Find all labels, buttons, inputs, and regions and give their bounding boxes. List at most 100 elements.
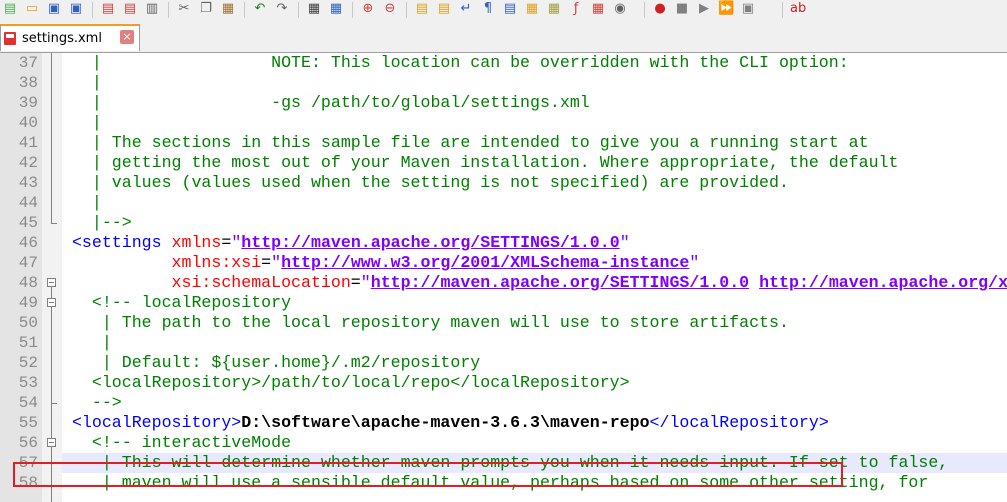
toolbar-separator (782, 2, 783, 18)
code-token: | NOTE: This location can be overridden … (62, 53, 849, 72)
code-line[interactable]: | (62, 113, 102, 133)
doc-map-icon[interactable]: ▦ (546, 1, 562, 17)
run-macro-multiple-icon[interactable]: ⏩ (718, 1, 734, 17)
replace-icon[interactable]: ▦ (328, 1, 344, 17)
close-tab-icon[interactable]: × (120, 30, 134, 44)
word-wrap-icon[interactable]: ↵ (458, 1, 474, 17)
line-number[interactable]: 37 (0, 53, 38, 73)
line-number[interactable]: 56 (0, 433, 38, 453)
cut-icon[interactable]: ✂ (176, 1, 192, 17)
url-link[interactable]: http://maven.apache.org/xsd/settings-1.0… (759, 273, 1007, 292)
new-file-icon[interactable]: ▤ (2, 1, 18, 17)
line-number[interactable]: 43 (0, 173, 38, 193)
code-token: = (350, 273, 361, 292)
line-number[interactable]: 52 (0, 353, 38, 373)
line-number[interactable]: 42 (0, 153, 38, 173)
code-line[interactable]: <localRepository>/path/to/local/repo</lo… (62, 373, 630, 393)
paste-icon[interactable]: ▦ (220, 1, 236, 17)
toolbar-separator (352, 2, 353, 18)
line-number[interactable]: 50 (0, 313, 38, 333)
save-all-icon[interactable]: ▣ (68, 1, 84, 17)
code-line[interactable]: xmlns:xsi="http://www.w3.org/2001/XMLSch… (62, 253, 700, 273)
code-line[interactable]: | NOTE: This location can be overridden … (62, 53, 849, 73)
code-token: <!-- localRepository (62, 293, 292, 312)
line-number[interactable]: 49 (0, 293, 38, 313)
save-icon[interactable]: ▣ (46, 1, 62, 17)
play-macro-icon[interactable]: ▶ (696, 1, 712, 17)
line-number[interactable]: 41 (0, 133, 38, 153)
line-number[interactable]: 46 (0, 233, 38, 253)
line-number[interactable]: 54 (0, 393, 38, 413)
function-list-icon[interactable]: ƒ (568, 1, 584, 17)
code-line[interactable]: | (62, 193, 102, 213)
url-link[interactable]: http://www.w3.org/2001/XMLSchema-instanc… (281, 253, 689, 272)
sync-v-icon[interactable]: ▤ (414, 1, 430, 17)
zoom-out-icon[interactable]: ⊖ (382, 1, 398, 17)
redo-icon[interactable]: ↷ (274, 1, 290, 17)
undo-icon[interactable]: ↶ (252, 1, 268, 17)
code-line[interactable]: <!-- interactiveMode (62, 433, 291, 453)
line-number[interactable]: 53 (0, 373, 38, 393)
code-line[interactable]: --> (62, 393, 122, 413)
url-link[interactable]: http://maven.apache.org/SETTINGS/1.0.0 (241, 233, 619, 252)
folder-workspace-icon[interactable]: ▦ (590, 1, 606, 17)
code-line[interactable]: <settings xmlns="http://maven.apache.org… (62, 233, 630, 253)
fold-toggle-icon[interactable] (47, 278, 56, 287)
indent-guide-icon[interactable]: ▤ (502, 1, 518, 17)
code-line[interactable]: <!-- localRepository (62, 293, 291, 313)
line-number[interactable]: 51 (0, 333, 38, 353)
url-link[interactable]: http://maven.apache.org/SETTINGS/1.0.0 (371, 273, 749, 292)
line-number[interactable]: 48 (0, 273, 38, 293)
record-macro-icon[interactable]: ● (652, 1, 668, 17)
code-line[interactable]: | values (values used when the setting i… (62, 173, 789, 193)
copy-icon[interactable]: ❐ (198, 1, 214, 17)
code-area[interactable]: | NOTE: This location can be overridden … (62, 53, 1007, 502)
all-chars-icon[interactable]: ¶ (480, 1, 496, 17)
code-line[interactable]: | (62, 73, 102, 93)
code-line[interactable]: |--> (62, 213, 132, 233)
open-file-icon[interactable]: ▭ (24, 1, 40, 17)
line-number[interactable]: 40 (0, 113, 38, 133)
close-file-icon[interactable]: ▤ (100, 1, 116, 17)
code-line[interactable]: | -gs /path/to/global/settings.xml (62, 93, 590, 113)
tab-settings-xml[interactable]: settings.xml × (0, 24, 140, 51)
line-number[interactable]: 38 (0, 73, 38, 93)
code-token: xmlns (171, 233, 222, 252)
code-token: | getting the most out of your Maven ins… (62, 153, 899, 172)
fold-toggle-icon[interactable] (47, 298, 56, 307)
zoom-in-icon[interactable]: ⊕ (360, 1, 376, 17)
toolbar-separator (168, 2, 169, 18)
stop-record-icon[interactable]: ■ (674, 1, 690, 17)
code-line[interactable]: | The sections in this sample file are i… (62, 133, 869, 153)
user-lang-icon[interactable]: ▦ (524, 1, 540, 17)
toolbar-separator (644, 2, 645, 18)
code-line[interactable]: | Default: ${user.home}/.m2/repository (62, 353, 480, 373)
print-icon[interactable]: ▥ (144, 1, 160, 17)
line-number[interactable]: 39 (0, 93, 38, 113)
code-line[interactable]: | The path to the local repository maven… (62, 313, 789, 333)
code-token: | (62, 333, 112, 352)
fold-margin[interactable] (42, 53, 62, 502)
spellcheck-icon[interactable]: ab (790, 1, 806, 17)
monitor-icon[interactable]: ◉ (612, 1, 628, 17)
line-number[interactable]: 47 (0, 253, 38, 273)
code-line[interactable]: | getting the most out of your Maven ins… (62, 153, 899, 173)
editor[interactable]: 37 38 39 40 41 42 43 44 45 46 47 48 49 50 51 52 53 54 55 56… (0, 53, 1007, 502)
close-all-icon[interactable]: ▤ (122, 1, 138, 17)
save-macro-icon[interactable]: ▣ (740, 1, 756, 17)
tab-label[interactable]: settings.xml (22, 31, 102, 46)
code-line[interactable]: xsi:schemaLocation="http://maven.apache.… (62, 273, 1007, 293)
line-number[interactable]: 45 (0, 213, 38, 233)
code-line[interactable]: <localRepository>D:\software\apache-mave… (62, 413, 829, 433)
line-number[interactable]: 55 (0, 413, 38, 433)
fold-toggle-icon[interactable] (47, 438, 56, 447)
code-line[interactable]: | (62, 333, 112, 353)
find-icon[interactable]: ▦ (306, 1, 322, 17)
code-token: " (231, 233, 242, 252)
line-number[interactable]: 44 (0, 193, 38, 213)
sync-h-icon[interactable]: ▤ (436, 1, 452, 17)
code-token: <settings (62, 233, 172, 252)
